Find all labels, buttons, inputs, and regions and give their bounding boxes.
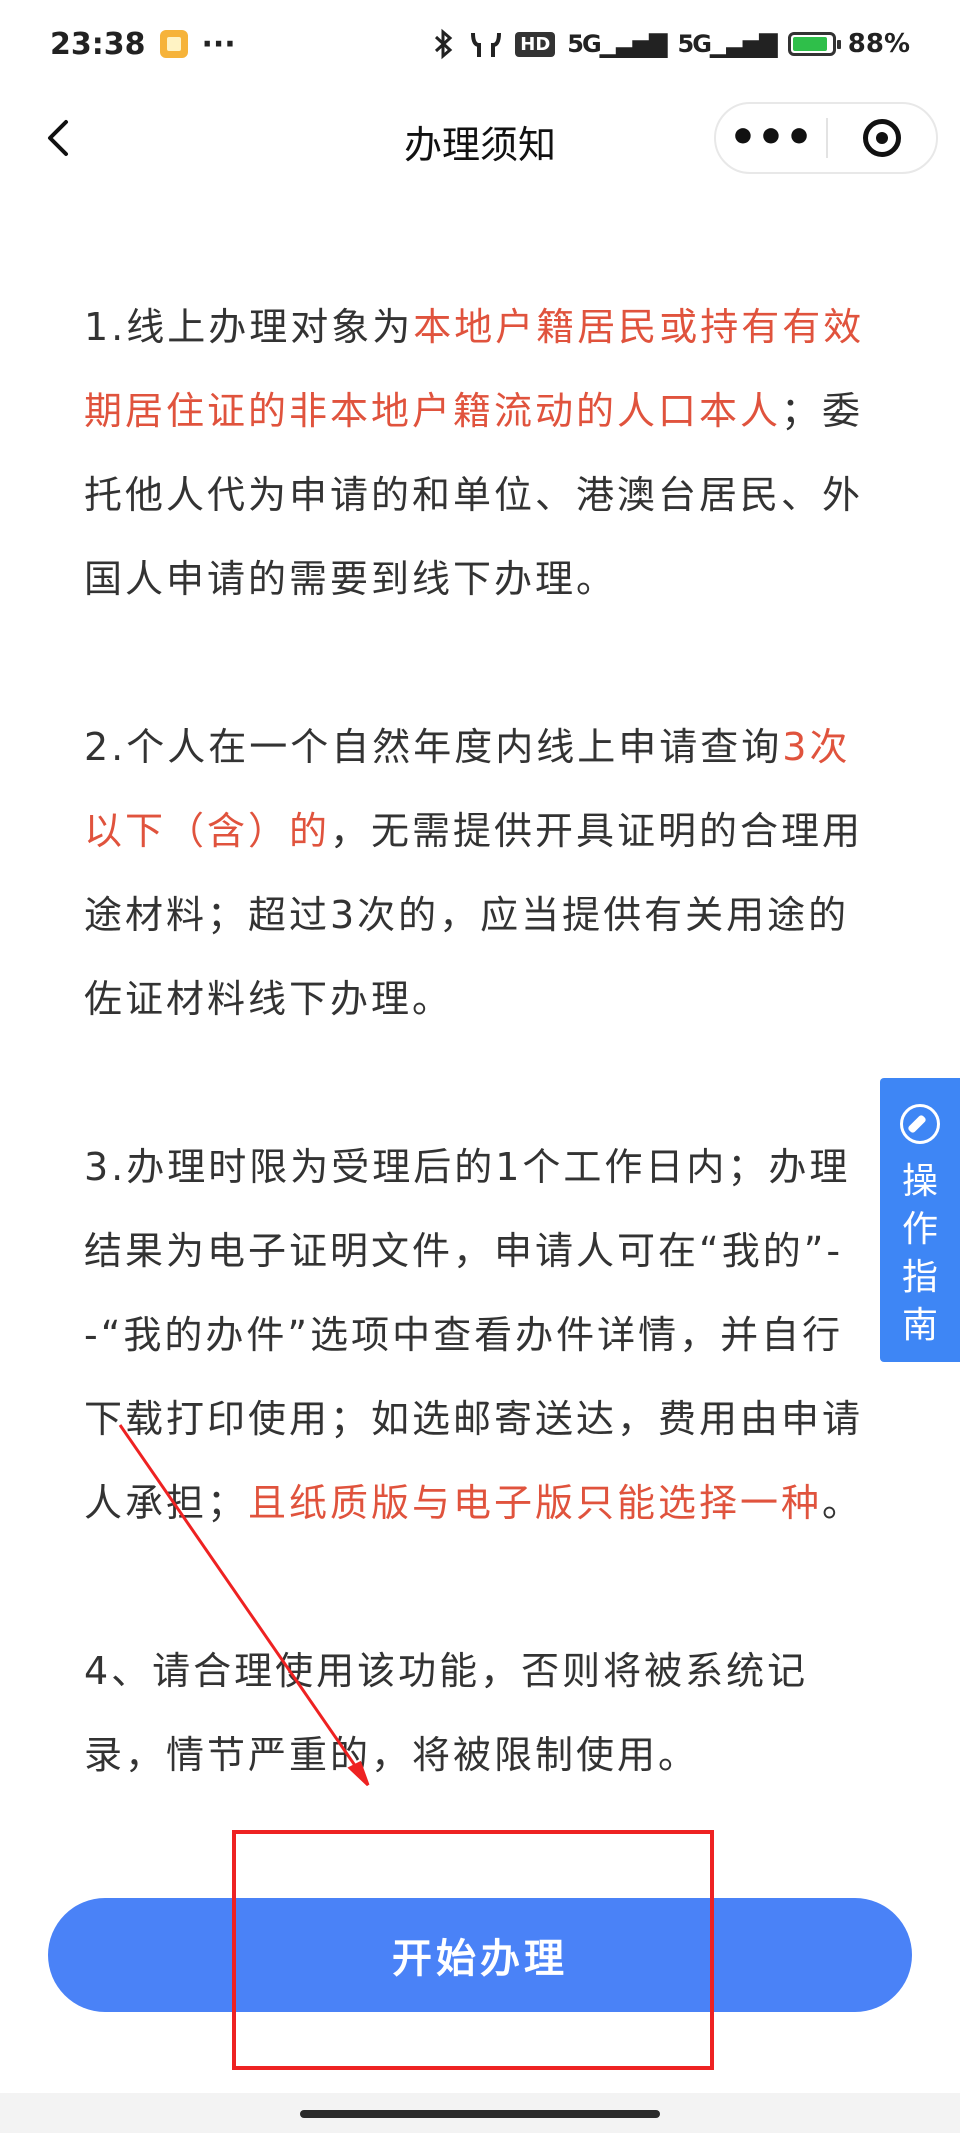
notice-paragraph-2: 2.个人在一个自然年度内线上申请查询3次以下（含）的，无需提供开具证明的合理用途… bbox=[84, 725, 864, 1021]
notification-app-icon bbox=[159, 30, 188, 58]
bluetooth-icon bbox=[435, 28, 453, 60]
status-right: HD 5G▁▃▅▇ 5G▁▃▅▇ 88% bbox=[431, 28, 910, 60]
notice-content: 1.线上办理对象为本地户籍居民或持有有效期居住证的非本地户籍流动的人口本人；委托… bbox=[84, 285, 884, 1881]
highlight-text: 且纸质版与电子版只能选择一种 bbox=[248, 1481, 823, 1525]
more-options-button[interactable]: ••• bbox=[716, 104, 826, 172]
notice-paragraph-3: 3.办理时限为受理后的1个工作日内；办理结果为电子证明文件，申请人可在“我的”-… bbox=[84, 1145, 864, 1525]
battery-level: 88% bbox=[847, 29, 910, 59]
earbuds-icon bbox=[471, 32, 502, 57]
signal-5g-icon-1: 5G▁▃▅▇ bbox=[567, 30, 667, 58]
signal-5g-icon-2: 5G▁▃▅▇ bbox=[677, 30, 778, 58]
status-bar: 23:38 ··· HD 5G▁▃▅▇ 5G▁▃▅▇ 88% bbox=[0, 0, 960, 88]
notice-paragraph-1: 1.线上办理对象为本地户籍居民或持有有效期居住证的非本地户籍流动的人口本人；委托… bbox=[84, 305, 865, 601]
status-time: 23:38 bbox=[50, 26, 146, 62]
home-indicator[interactable] bbox=[300, 2110, 660, 2118]
close-mini-program-button[interactable] bbox=[828, 104, 936, 172]
start-processing-button[interactable]: 开始办理 bbox=[48, 1898, 912, 2012]
hd-voice-icon: HD bbox=[515, 31, 556, 57]
guide-label: 操作指南 bbox=[901, 1161, 938, 1346]
status-left: 23:38 ··· bbox=[50, 27, 236, 62]
mini-program-capsule: ••• bbox=[714, 102, 938, 174]
notice-paragraph-4: 4、请合理使用该功能，否则将被系统记录，情节严重的，将被限制使用。 bbox=[84, 1649, 809, 1777]
more-dots-icon: ••• bbox=[728, 112, 814, 163]
status-more-icon: ··· bbox=[201, 26, 236, 62]
compass-icon bbox=[900, 1104, 940, 1144]
nav-bar: 办理须知 ••• bbox=[0, 88, 960, 188]
operation-guide-button[interactable]: 操作指南 bbox=[880, 1078, 960, 1362]
battery-icon bbox=[787, 32, 841, 56]
target-close-icon bbox=[863, 119, 901, 157]
